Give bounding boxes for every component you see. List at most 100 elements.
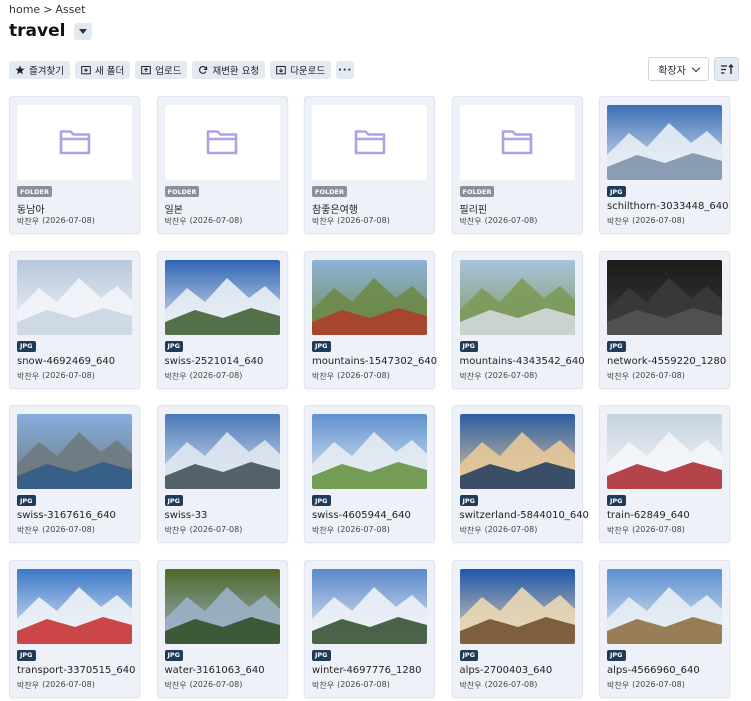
- file-type-badge: FOLDER: [164, 186, 200, 197]
- file-type-badge: JPG: [607, 186, 626, 197]
- image-card[interactable]: JPG mountains-1547302_640 박찬우 (2026-07-08): [304, 250, 438, 389]
- item-meta: 박찬우 (2026-07-08): [312, 680, 390, 691]
- file-type-badge: JPG: [312, 649, 331, 661]
- new-folder-icon: [81, 65, 91, 75]
- upload-button[interactable]: 업로드: [135, 61, 188, 79]
- file-type-badge: JPG: [607, 340, 626, 352]
- image-thumbnail: [459, 259, 575, 335]
- item-meta: 박찬우 (2026-07-08): [17, 525, 95, 536]
- folder-card[interactable]: FOLDER 동남아 박찬우 (2026-07-08): [9, 96, 140, 234]
- item-date: (2026-07-08): [484, 370, 538, 380]
- image-card[interactable]: JPG swiss-2521014_640 박찬우 (2026-07-08): [156, 250, 288, 389]
- item-meta: 박찬우 (2026-07-08): [165, 525, 243, 536]
- item-author: 박찬우: [459, 680, 482, 690]
- item-meta: 박찬우 (2026-07-08): [165, 216, 243, 227]
- favorite-button[interactable]: 즐겨찾기: [9, 61, 70, 79]
- image-card[interactable]: JPG winter-4697776_1280 박찬우 (2026-07-08): [304, 559, 435, 698]
- image-card[interactable]: JPG snow-4692469_640 박찬우 (2026-07-08): [9, 250, 140, 389]
- item-author: 박찬우: [164, 526, 187, 535]
- file-type-badge: JPG: [459, 495, 479, 506]
- item-meta: 박찬우 (2026-07-08): [460, 680, 538, 691]
- sort-select-label: 확장자: [658, 65, 686, 77]
- item-date: (2026-07-08): [484, 679, 538, 689]
- folder-card[interactable]: FOLDER 일본 박찬우 (2026-07-08): [156, 96, 288, 234]
- folder-thumbnail: [459, 105, 575, 180]
- item-name: mountains-1547302_640: [312, 355, 438, 367]
- image-card[interactable]: JPG switzerland-5844010_640 박찬우 (2026-07-08…: [451, 405, 589, 543]
- item-date: (2026-07-08): [189, 370, 243, 380]
- folder-card[interactable]: FOLDER 참좋은여행 박찬우 (2026-07-08): [304, 96, 435, 234]
- item-date: (2026-07-08): [632, 679, 685, 689]
- item-author: 박찬우: [607, 680, 630, 690]
- image-card[interactable]: JPG transport-3370515_640 박찬우 (2026-07-08): [9, 559, 140, 698]
- item-name: 일본: [164, 205, 183, 216]
- item-date: (2026-07-08): [337, 216, 390, 225]
- file-type-badge: FOLDER: [459, 186, 495, 197]
- file-type-badge: JPG: [459, 649, 479, 661]
- image-thumbnail: [607, 568, 722, 644]
- folder-card[interactable]: FOLDER 필리핀 박찬우 (2026-07-08): [451, 96, 583, 234]
- image-card[interactable]: JPG swiss-4605944_640 박찬우 (2026-07-08): [304, 405, 435, 543]
- more-button[interactable]: ···: [336, 61, 355, 79]
- item-date: (2026-07-08): [632, 216, 685, 225]
- image-card[interactable]: JPG swiss-3167616_640 박찬우 (2026-07-08): [9, 405, 140, 543]
- item-author: 박찬우: [17, 526, 40, 535]
- item-author: 박찬우: [607, 371, 630, 381]
- image-card[interactable]: JPG water-3161063_640 박찬우 (2026-07-08): [156, 559, 288, 698]
- image-thumbnail: [607, 414, 722, 489]
- item-meta: 박찬우 (2026-07-08): [17, 680, 95, 691]
- item-meta: 박찬우 (2026-07-08): [165, 371, 243, 382]
- breadcrumb-asset[interactable]: Asset: [55, 3, 85, 16]
- image-thumbnail: [312, 414, 427, 489]
- item-meta: 박찬우 (2026-07-08): [607, 216, 685, 227]
- item-name: 필리핀: [459, 205, 488, 216]
- item-name: schilthorn-3033448_640: [607, 201, 729, 212]
- item-date: (2026-07-08): [632, 525, 685, 534]
- image-card[interactable]: JPG swiss-33 박찬우 (2026-07-08): [156, 405, 288, 543]
- item-date: (2026-07-08): [337, 525, 390, 534]
- item-author: 박찬우: [459, 526, 482, 535]
- item-author: 박찬우: [312, 371, 335, 381]
- item-author: 박찬우: [459, 217, 482, 226]
- image-card[interactable]: JPG train-62849_640 박찬우 (2026-07-08): [599, 405, 730, 543]
- item-meta: 박찬우 (2026-07-08): [460, 216, 538, 227]
- file-type-badge: JPG: [17, 495, 36, 506]
- item-author: 박찬우: [17, 680, 40, 690]
- folder-thumbnail: [17, 105, 132, 180]
- item-meta: 박찬우 (2026-07-08): [312, 525, 390, 536]
- item-name: swiss-4605944_640: [312, 510, 411, 521]
- reconvert-button[interactable]: 재변환 요청: [192, 61, 266, 79]
- sort-order-button[interactable]: [714, 57, 739, 81]
- item-meta: 박찬우 (2026-07-08): [312, 216, 390, 227]
- image-thumbnail: [164, 259, 280, 335]
- item-date: (2026-07-08): [189, 525, 243, 534]
- title-dropdown-button[interactable]: [74, 22, 93, 40]
- new-folder-button[interactable]: 새 폴더: [74, 61, 131, 79]
- more-icon: ···: [337, 64, 353, 76]
- asset-grid: FOLDER 동남아 박찬우 (2026-07-08) FOLDER 일본 박찬우 (2026…: [9, 96, 730, 698]
- breadcrumb-home[interactable]: home: [9, 3, 40, 16]
- download-label: 다운로드: [290, 66, 326, 77]
- file-type-badge: JPG: [164, 649, 184, 661]
- item-date: (2026-07-08): [337, 370, 390, 380]
- item-date: (2026-07-08): [337, 679, 390, 689]
- image-card[interactable]: JPG alps-4566960_640 박찬우 (2026-07-08): [599, 559, 730, 698]
- toolbar: 즐겨찾기 새 폴더 업로드 재변환 요청 다운로드 ···: [9, 61, 355, 79]
- item-author: 박찬우: [312, 217, 335, 226]
- image-card[interactable]: JPG schilthorn-3033448_640 박찬우 (2026-07-08): [599, 96, 730, 234]
- item-date: (2026-07-08): [42, 525, 95, 534]
- image-card[interactable]: JPG alps-2700403_640 박찬우 (2026-07-08): [451, 559, 583, 698]
- item-date: (2026-07-08): [42, 216, 95, 225]
- image-card[interactable]: JPG network-4559220_1280 박찬우 (2026-07-08): [599, 250, 730, 389]
- file-type-badge: FOLDER: [312, 186, 347, 197]
- image-thumbnail: [17, 414, 132, 489]
- image-thumbnail: [164, 414, 280, 489]
- file-type-badge: JPG: [164, 340, 184, 352]
- file-type-badge: JPG: [17, 340, 36, 352]
- sort-select[interactable]: 확장자: [648, 57, 709, 81]
- download-button[interactable]: 다운로드: [270, 61, 332, 79]
- image-thumbnail: [164, 568, 280, 644]
- image-card[interactable]: JPG mountains-4343542_640 박찬우 (2026-07-08): [451, 250, 585, 389]
- refresh-icon: [198, 65, 208, 75]
- item-author: 박찬우: [312, 526, 335, 535]
